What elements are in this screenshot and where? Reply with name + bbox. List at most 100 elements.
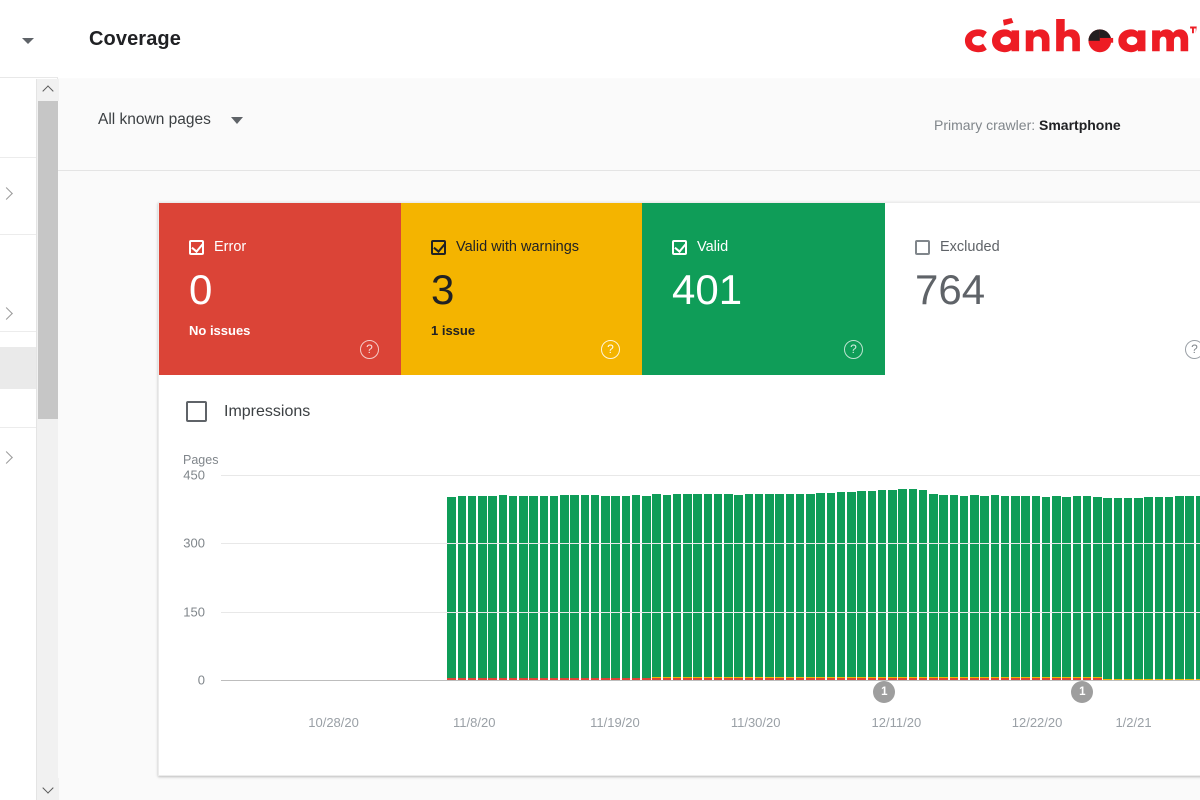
chart-bar[interactable] xyxy=(447,475,457,680)
chart-bar[interactable] xyxy=(1041,475,1051,680)
help-icon[interactable]: ? xyxy=(1185,340,1200,359)
chart-bar[interactable] xyxy=(877,475,887,680)
checkbox-excluded[interactable] xyxy=(915,239,930,255)
chart-bar[interactable] xyxy=(744,475,754,680)
chart-bar[interactable] xyxy=(559,475,569,680)
chart-bar[interactable] xyxy=(723,475,733,680)
status-tile-valid[interactable]: Valid 401 ? xyxy=(642,203,885,375)
chart-bar[interactable] xyxy=(529,475,539,680)
help-icon[interactable]: ? xyxy=(360,340,379,359)
chart-bar[interactable] xyxy=(508,475,518,680)
chart-bar[interactable] xyxy=(1000,475,1010,680)
chart-bar[interactable] xyxy=(754,475,764,680)
chart-bar[interactable] xyxy=(764,475,774,680)
status-tile-error[interactable]: Error 0 No issues ? xyxy=(159,203,401,375)
chart-bar[interactable] xyxy=(959,475,969,680)
chart-bar[interactable] xyxy=(652,475,662,680)
chart-bar[interactable] xyxy=(457,475,467,680)
chart-bar[interactable] xyxy=(867,475,877,680)
chart-bar[interactable] xyxy=(1010,475,1020,680)
chart-bar[interactable] xyxy=(1154,475,1164,680)
help-icon[interactable]: ? xyxy=(844,340,863,359)
chart-bar[interactable] xyxy=(1195,475,1200,680)
chart-bar[interactable] xyxy=(713,475,723,680)
chart-annotation-badge[interactable]: 1 xyxy=(1071,681,1094,703)
chart-bar[interactable] xyxy=(980,475,990,680)
chart-bar[interactable] xyxy=(990,475,1000,680)
chart-bar[interactable] xyxy=(1174,475,1184,680)
status-tile-valid-with-warnings[interactable]: Valid with warnings 3 1 issue ? xyxy=(401,203,642,375)
chart-bar[interactable] xyxy=(918,475,928,680)
chart-bar[interactable] xyxy=(1062,475,1072,680)
chart-bar[interactable] xyxy=(734,475,744,680)
chart-bar[interactable] xyxy=(1144,475,1154,680)
page-filter-dropdown[interactable]: All known pages xyxy=(98,111,243,129)
sidebar-scrollbar[interactable] xyxy=(36,79,59,800)
chart-bar[interactable] xyxy=(539,475,549,680)
chart-bar[interactable] xyxy=(682,475,692,680)
chevron-down-icon[interactable] xyxy=(230,116,243,124)
chart-bar[interactable] xyxy=(641,475,651,680)
checkbox-valid-with-warnings[interactable] xyxy=(431,239,446,255)
chart-bar[interactable] xyxy=(1133,475,1143,680)
chart-bar[interactable] xyxy=(928,475,938,680)
chart-bar[interactable] xyxy=(785,475,795,680)
chart-bar[interactable] xyxy=(600,475,610,680)
chart-bar[interactable] xyxy=(887,475,897,680)
chart-bar[interactable] xyxy=(1113,475,1123,680)
chart-bar[interactable] xyxy=(969,475,979,680)
sidebar-item-active[interactable] xyxy=(0,347,36,389)
chart-bar[interactable] xyxy=(662,475,672,680)
chart-bar[interactable] xyxy=(1082,475,1092,680)
chart-bar[interactable] xyxy=(775,475,785,680)
chart-bar[interactable] xyxy=(857,475,867,680)
chart-bar[interactable] xyxy=(611,475,621,680)
chart-bar[interactable] xyxy=(1164,475,1174,680)
chart-bar[interactable] xyxy=(1123,475,1133,680)
chart-bar[interactable] xyxy=(467,475,477,680)
chart-bar[interactable] xyxy=(570,475,580,680)
chart-annotation-badge[interactable]: 1 xyxy=(873,681,896,703)
chevron-expand-icon[interactable] xyxy=(0,187,14,196)
chart-bar[interactable] xyxy=(693,475,703,680)
chart-bar[interactable] xyxy=(1072,475,1082,680)
chart-bar[interactable] xyxy=(488,475,498,680)
help-icon[interactable]: ? xyxy=(601,340,620,359)
chart-bar[interactable] xyxy=(549,475,559,680)
chart-bar[interactable] xyxy=(621,475,631,680)
chart-bar[interactable] xyxy=(805,475,815,680)
chart-bar[interactable] xyxy=(939,475,949,680)
chart-bar[interactable] xyxy=(703,475,713,680)
chart-bar[interactable] xyxy=(795,475,805,680)
chart-bar[interactable] xyxy=(1092,475,1102,680)
scrollbar-thumb[interactable] xyxy=(38,101,58,419)
checkbox-valid[interactable] xyxy=(672,239,687,255)
chart-bar[interactable] xyxy=(1021,475,1031,680)
chart-bar[interactable] xyxy=(672,475,682,680)
checkbox-error[interactable] xyxy=(189,239,204,255)
impressions-toggle[interactable]: Impressions xyxy=(186,401,310,422)
chart-bar[interactable] xyxy=(846,475,856,680)
checkbox-impressions[interactable] xyxy=(186,401,207,422)
chart-bar[interactable] xyxy=(898,475,908,680)
chart-bar[interactable] xyxy=(1103,475,1113,680)
chart-bar[interactable] xyxy=(1051,475,1061,680)
chart-bar[interactable] xyxy=(836,475,846,680)
chevron-down-icon[interactable] xyxy=(22,38,34,44)
chart-bar[interactable] xyxy=(590,475,600,680)
chart-bar[interactable] xyxy=(631,475,641,680)
scroll-down-arrow[interactable] xyxy=(37,778,59,800)
status-tile-excluded[interactable]: Excluded 764 ? xyxy=(885,203,1200,375)
chart-bar[interactable] xyxy=(826,475,836,680)
chart-bar[interactable] xyxy=(518,475,528,680)
chevron-expand-icon[interactable] xyxy=(0,451,14,460)
chart-bar[interactable] xyxy=(1031,475,1041,680)
chart-bar[interactable] xyxy=(908,475,918,680)
chart-bar[interactable] xyxy=(949,475,959,680)
chart-bar[interactable] xyxy=(1185,475,1195,680)
chart-bar[interactable] xyxy=(580,475,590,680)
chart-bar[interactable] xyxy=(498,475,508,680)
chart-bar[interactable] xyxy=(477,475,487,680)
chevron-expand-icon[interactable] xyxy=(0,307,14,316)
scroll-up-arrow[interactable] xyxy=(37,79,59,101)
